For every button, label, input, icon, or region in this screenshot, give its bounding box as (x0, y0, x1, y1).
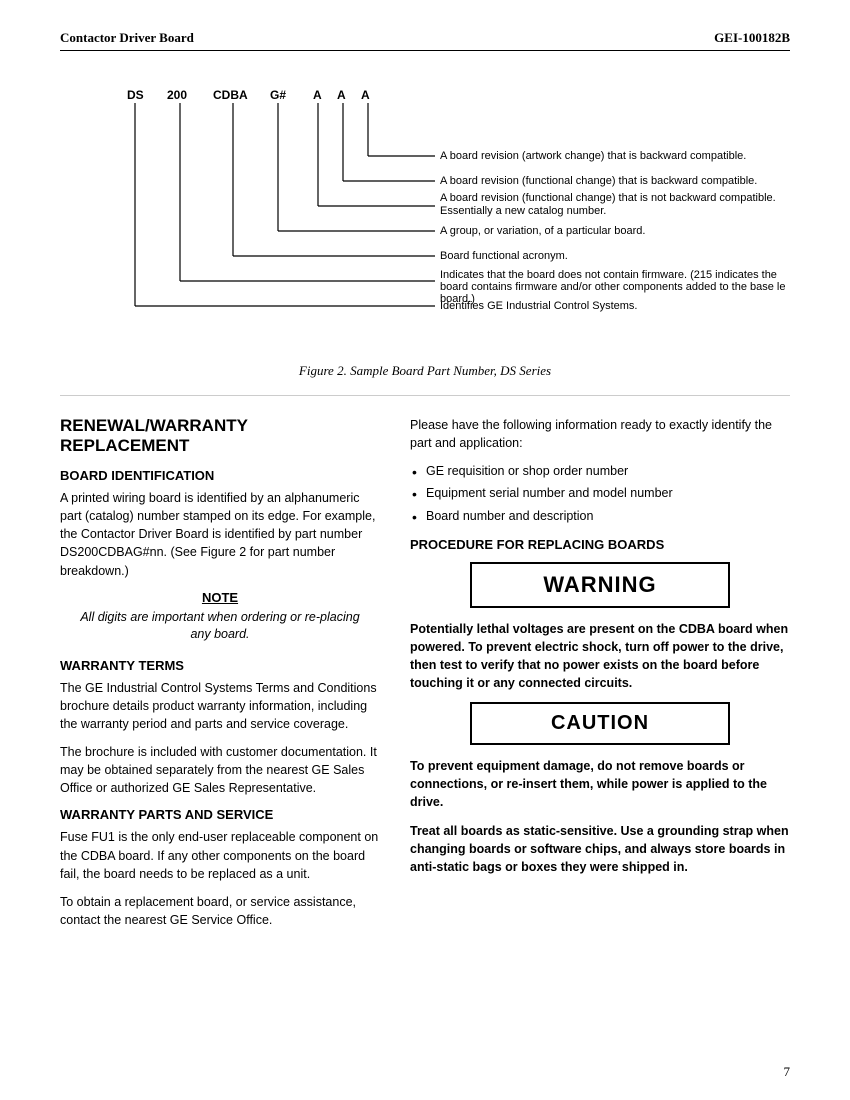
note-label: NOTE (80, 590, 360, 605)
list-item: Equipment serial number and model number (410, 484, 790, 502)
caution-para2: Treat all boards as static-sensitive. Us… (410, 822, 790, 876)
board-id-title: BOARD IDENTIFICATION (60, 468, 380, 483)
warranty-parts-title: WARRANTY PARTS AND SERVICE (60, 807, 380, 822)
svg-text:A: A (337, 88, 346, 102)
svg-text:A group, or variation, of a pa: A group, or variation, of a particular b… (440, 225, 645, 237)
warranty-parts-para2: To obtain a replacement board, or servic… (60, 893, 380, 929)
warning-label: WARNING (543, 572, 656, 597)
right-column: Please have the following information re… (410, 416, 790, 939)
note-text: All digits are important when ordering o… (80, 609, 360, 644)
warranty-terms-para2: The brochure is included with customer d… (60, 743, 380, 797)
diagram-section: DS 200 CDBA G# A A A (60, 71, 790, 379)
warranty-terms-para1: The GE Industrial Control Systems Terms … (60, 679, 380, 733)
warranty-parts-para1: Fuse FU1 is the only end-user replaceabl… (60, 828, 380, 882)
svg-text:Board functional acronym.: Board functional acronym. (440, 250, 568, 262)
page: Contactor Driver Board GEI-100182B DS 20… (0, 0, 850, 1100)
caution-label: CAUTION (551, 712, 649, 734)
procedure-title: PROCEDURE FOR REPLACING BOARDS (410, 537, 790, 552)
intro-text: Please have the following information re… (410, 416, 790, 452)
svg-text:A: A (313, 88, 322, 102)
svg-text:CDBA: CDBA (213, 88, 248, 102)
warranty-terms-title: WARRANTY TERMS (60, 658, 380, 673)
svg-text:Essentially a new catalog numb: Essentially a new catalog number. (440, 205, 606, 217)
left-column: RENEWAL/WARRANTY REPLACEMENT BOARD IDENT… (60, 416, 380, 939)
svg-text:A board revision (functional c: A board revision (functional change) tha… (440, 192, 776, 204)
page-header: Contactor Driver Board GEI-100182B (60, 30, 790, 51)
caution-para1: To prevent equipment damage, do not remo… (410, 757, 790, 811)
part-number-diagram: DS 200 CDBA G# A A A (65, 71, 785, 351)
svg-text:Indicates that the board does: Indicates that the board does not contai… (440, 269, 777, 281)
list-item: GE requisition or shop order number (410, 462, 790, 480)
svg-text:200: 200 (167, 88, 187, 102)
svg-text:Identifies GE Industrial Contr: Identifies GE Industrial Control Systems… (440, 300, 637, 312)
svg-text:G#: G# (270, 88, 286, 102)
warning-text: Potentially lethal voltages are present … (410, 620, 790, 693)
caution-box: CAUTION (470, 702, 730, 745)
page-number: 7 (784, 1064, 791, 1080)
warning-box: WARNING (470, 562, 730, 608)
diagram-caption: Figure 2. Sample Board Part Number, DS S… (299, 363, 551, 379)
header-title: Contactor Driver Board (60, 30, 194, 46)
diagram-container: DS 200 CDBA G# A A A (65, 71, 785, 351)
header-doc-number: GEI-100182B (714, 30, 790, 46)
board-id-text: A printed wiring board is identified by … (60, 489, 380, 580)
svg-text:A: A (361, 88, 370, 102)
list-item: Board number and description (410, 507, 790, 525)
svg-text:board contains firmware and/or: board contains firmware and/or other com… (440, 281, 785, 293)
content-columns: RENEWAL/WARRANTY REPLACEMENT BOARD IDENT… (60, 416, 790, 939)
svg-text:A board revision (artwork chan: A board revision (artwork change) that i… (440, 150, 746, 162)
note-box: NOTE All digits are important when order… (80, 590, 360, 644)
svg-text:DS: DS (127, 88, 144, 102)
bullet-list: GE requisition or shop order number Equi… (410, 462, 790, 524)
renewal-warranty-title: RENEWAL/WARRANTY REPLACEMENT (60, 416, 380, 456)
svg-text:A board revision (functional c: A board revision (functional change) tha… (440, 175, 757, 187)
